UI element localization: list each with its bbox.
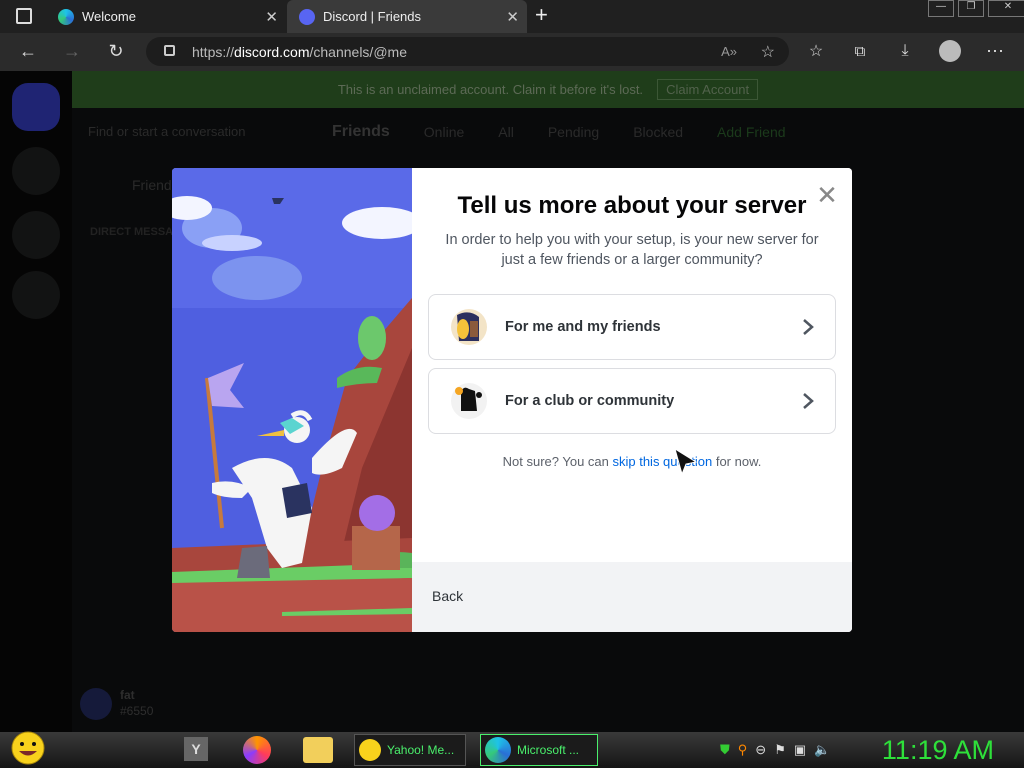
shield-icon[interactable]: ⛊ [720, 742, 730, 758]
avatar[interactable] [80, 688, 112, 720]
friends-title: Friends [332, 123, 390, 140]
taskbar-yahoo-messenger[interactable]: Yahoo! Me... [354, 734, 466, 766]
new-tab-button[interactable]: + [535, 2, 548, 28]
user-panel: fat #6550 [72, 676, 312, 732]
window-controls: — ❐ ✕ [928, 0, 1024, 17]
taskbar-edge[interactable]: Microsoft ... [480, 734, 598, 766]
minus-circle-icon[interactable]: ⊖ [755, 742, 766, 758]
firefox-icon[interactable] [243, 734, 271, 766]
tab-pending[interactable]: Pending [548, 124, 599, 140]
not-sure-text: Not sure? You can skip this question for… [412, 454, 852, 469]
forward-arrow-icon[interactable]: → [58, 37, 86, 65]
edge-icon [485, 737, 511, 763]
edge-icon [58, 8, 74, 25]
profile-avatar[interactable] [936, 37, 964, 65]
taskbar-label: Microsoft ... [517, 743, 580, 757]
favorite-star-icon[interactable]: ☆ [761, 42, 775, 62]
illustration [172, 168, 412, 632]
read-aloud-icon[interactable]: A» [721, 44, 737, 59]
search-icon[interactable]: ⚲ [738, 742, 748, 758]
browser-toolbar: ← → ↻ https://discord.com/channels/@me A… [0, 33, 1024, 71]
unclaimed-banner: This is an unclaimed account. Claim it b… [72, 71, 1024, 108]
option-label: For a club or community [505, 393, 675, 409]
modal-content: ✕ Tell us more about your server In orde… [412, 168, 852, 632]
close-tab-icon[interactable]: ✕ [506, 8, 519, 26]
tab-discord[interactable]: Discord | Friends ✕ [287, 0, 527, 33]
flag-icon[interactable]: ⚑ [774, 742, 786, 758]
modal-footer: Back [412, 562, 852, 632]
add-friend-button[interactable]: Add Friend [717, 124, 785, 140]
taskbar-label: Yahoo! Me... [387, 743, 455, 757]
download-button[interactable] [12, 271, 60, 319]
add-server-button[interactable] [12, 147, 60, 195]
friends-header: Friends Online All Pending Blocked Add F… [312, 108, 1024, 156]
username: fat [120, 688, 135, 702]
discord-icon [299, 8, 315, 25]
discriminator: #6550 [120, 704, 154, 718]
tab-blocked[interactable]: Blocked [633, 124, 683, 140]
not-sure-prefix: Not sure? You can [502, 454, 613, 469]
search-input[interactable]: Find or start a conversation [72, 108, 312, 156]
modal-title: Tell us more about your server [457, 192, 807, 219]
minimize-button[interactable]: — [928, 0, 954, 17]
explore-button[interactable] [12, 211, 60, 259]
option-friends[interactable]: For me and my friends [428, 294, 836, 360]
refresh-icon[interactable]: ↻ [102, 37, 130, 65]
back-button[interactable]: Back [432, 588, 463, 604]
system-tray: ⛊ ⚲ ⊖ ⚑ ▣ 🔈 [720, 734, 830, 766]
modal-subtitle: In order to help you with your setup, is… [445, 232, 819, 268]
folder-icon[interactable] [303, 734, 333, 766]
url-prefix: https:// [192, 43, 235, 60]
favorites-icon[interactable]: ☆ [802, 37, 830, 65]
not-sure-suffix: for now. [712, 454, 762, 469]
tab-welcome[interactable]: Welcome ✕ [46, 0, 286, 33]
browser-tab-bar: Welcome ✕ Discord | Friends ✕ + — ❐ ✕ [0, 0, 1024, 33]
close-tab-icon[interactable]: ✕ [265, 8, 278, 26]
yahoo-messenger-icon [359, 739, 381, 761]
yahoo-y-button[interactable]: Y [184, 737, 208, 761]
community-icon [451, 383, 487, 419]
start-button[interactable] [8, 731, 48, 765]
tab-title: Discord | Friends [323, 9, 422, 24]
lock-icon [164, 45, 175, 56]
friends-icon [451, 309, 487, 345]
network-icon[interactable]: ▣ [794, 742, 806, 758]
claim-account-button[interactable]: Claim Account [657, 79, 759, 100]
tab-title: Welcome [82, 9, 136, 24]
smiley-icon [11, 731, 45, 765]
more-menu-icon[interactable]: ⋯ [981, 37, 1009, 65]
downloads-icon[interactable]: ⤓ [891, 37, 919, 65]
close-window-button[interactable]: ✕ [988, 0, 1024, 17]
mouse-cursor-icon [674, 448, 698, 476]
home-button[interactable] [12, 83, 60, 131]
address-bar[interactable]: https://discord.com/channels/@me A» ☆ [146, 37, 789, 66]
tab-actions-icon[interactable] [16, 8, 32, 24]
server-rail [0, 71, 72, 732]
volume-icon[interactable]: 🔈 [814, 742, 830, 758]
tab-all[interactable]: All [498, 124, 514, 140]
banner-text: This is an unclaimed account. Claim it b… [337, 82, 644, 97]
collections-icon[interactable]: ⧉ [846, 37, 874, 65]
taskbar: Y Yahoo! Me... Microsoft ... ⛊ ⚲ ⊖ ⚑ ▣ 🔈… [0, 731, 1024, 768]
back-arrow-icon[interactable]: ← [14, 37, 42, 65]
clock: 11:19 AM [881, 735, 994, 765]
server-type-modal: ✕ Tell us more about your server In orde… [172, 168, 852, 632]
chevron-right-icon [803, 393, 814, 409]
option-community[interactable]: For a club or community [428, 368, 836, 434]
option-label: For me and my friends [505, 319, 661, 335]
tab-online[interactable]: Online [424, 124, 464, 140]
restore-button[interactable]: ❐ [958, 0, 984, 17]
chevron-right-icon [803, 319, 814, 335]
url-domain: discord.com [234, 43, 310, 60]
url-path: /channels/@me [309, 43, 407, 60]
